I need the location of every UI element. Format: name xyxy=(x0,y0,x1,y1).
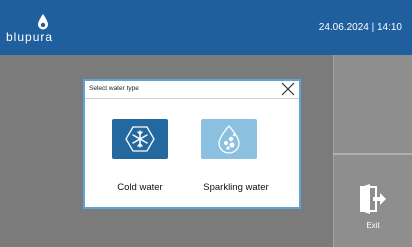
dialog-title-bar: Select water type xyxy=(85,81,299,99)
cold-water-tile[interactable] xyxy=(112,119,168,159)
exit-label: Exit xyxy=(366,221,380,230)
sparkling-water-label: Sparkling water xyxy=(203,182,269,193)
water-drop-icon xyxy=(38,14,48,30)
close-button[interactable] xyxy=(279,81,297,97)
exit-door-icon xyxy=(360,184,386,214)
brand-name: blupura xyxy=(6,30,54,44)
dialog-title: Select water type xyxy=(89,85,139,92)
date-time-display: 24.06.2024 | 14:10 xyxy=(318,22,402,33)
close-icon xyxy=(281,82,295,96)
snowflake-icon xyxy=(125,126,155,152)
header-bar: blupura 24.06.2024 | 14:10 xyxy=(0,0,412,55)
cold-water-option[interactable]: Cold water xyxy=(90,105,190,200)
sparkling-water-tile[interactable] xyxy=(201,119,257,159)
cold-water-label: Cold water xyxy=(117,182,163,193)
select-water-type-dialog: Select water type Cold water Sparkling w… xyxy=(83,79,301,209)
exit-button[interactable]: Exit xyxy=(334,156,412,247)
sparkling-water-option[interactable]: Sparkling water xyxy=(186,105,286,200)
panel-divider xyxy=(333,153,412,155)
bubbles-icon xyxy=(218,125,240,154)
blupura-logo: blupura xyxy=(6,13,76,49)
